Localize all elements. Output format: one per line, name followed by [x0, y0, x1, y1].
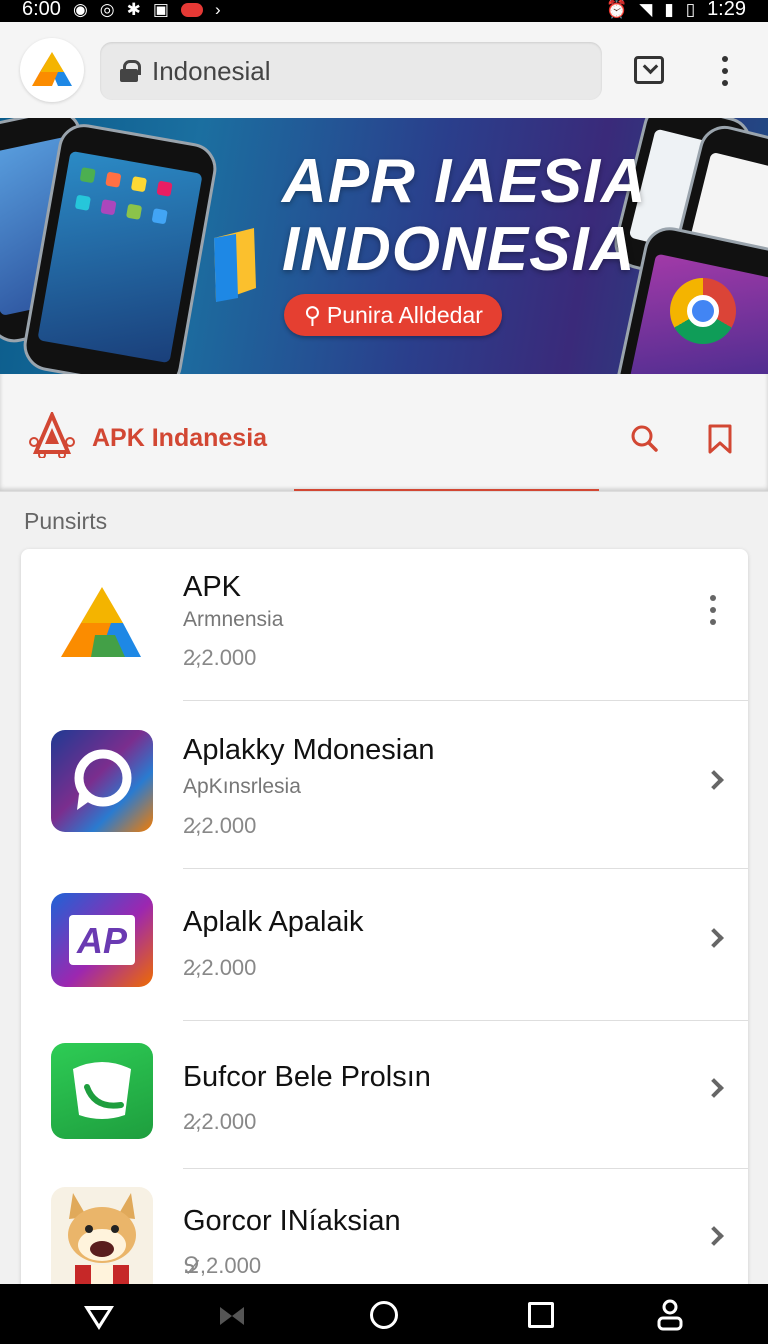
- overflow-chevron-icon: ›: [214, 0, 221, 19]
- list-item[interactable]: Aplakky Mdonesian ApKınsrlesia 2̷,2.000: [21, 701, 748, 869]
- banner-title: APR IAESIA INDONESIA: [282, 148, 647, 284]
- app-subtitle: ApKınsrlesia: [183, 775, 301, 798]
- bluetooth-icon: ✱: [126, 0, 141, 19]
- banner-title-line1: APR IAESIA: [282, 147, 647, 216]
- url-text: Indonesial: [152, 55, 271, 86]
- bookmark-icon[interactable]: [706, 424, 734, 454]
- cartoon-fox-logo-icon: [51, 1187, 153, 1289]
- chevron-right-icon[interactable]: [704, 770, 724, 790]
- apk-triangle-logo-icon: [51, 573, 153, 675]
- status-time-left: 6:00: [22, 0, 61, 20]
- alarm-icon: ⏰: [606, 0, 628, 19]
- more-vert-icon[interactable]: [709, 595, 717, 625]
- green-phone-logo-icon: [51, 1043, 153, 1139]
- banner-cta-button[interactable]: ⚲ Punira Alldedar: [284, 294, 502, 336]
- mail-icon: ▣: [152, 0, 169, 19]
- chevron-right-icon[interactable]: [704, 928, 724, 948]
- header-divider: [0, 491, 768, 492]
- app-subtitle: Armnensia: [183, 608, 284, 631]
- banner-title-line2: INDONESIA: [282, 215, 636, 284]
- browser-toolbar: Indonesial: [0, 22, 768, 118]
- section-label: Punsirts: [24, 508, 108, 534]
- list-item[interactable]: APK Armnensia 2̷,2.000: [21, 549, 748, 701]
- site-header: APK Indanesia: [0, 374, 768, 492]
- status-bar: 6:00 ◉ ◎ ✱ ▣ › ⏰ ◥ ▮ ▯ 1:29: [0, 0, 768, 22]
- red-pill-icon: [180, 2, 203, 17]
- search-pin-icon: ⚲: [304, 301, 321, 328]
- apk-logo-icon: [32, 52, 72, 86]
- app-download-count: 2̷,2.000: [183, 1109, 257, 1134]
- app-title: Gorcor INíaksian: [183, 1205, 401, 1237]
- wifi-icon: ◥: [639, 0, 653, 19]
- notification-icon: ◉: [72, 0, 88, 19]
- list-item[interactable]: AP Aplalk Apalaik 2̷,2.000: [21, 869, 748, 1021]
- location-icon: ◎: [99, 0, 115, 19]
- overflow-menu-icon[interactable]: [712, 56, 738, 86]
- app-download-count: 2̷,2.000: [183, 813, 257, 838]
- chevron-right-icon[interactable]: [704, 1226, 724, 1246]
- back-icon[interactable]: [84, 1306, 114, 1330]
- recents-icon[interactable]: [528, 1302, 554, 1328]
- status-time-right: 1:29: [707, 0, 746, 20]
- address-bar[interactable]: Indonesial: [100, 42, 602, 100]
- app-title: Aplalk Apalaik: [183, 906, 364, 938]
- account-icon[interactable]: [656, 1298, 684, 1332]
- banner-cta-label: Punira Alldedar: [326, 301, 483, 328]
- list-item[interactable]: Бufcor Bele Prolsın 2̷,2.000: [21, 1021, 748, 1169]
- signal-icon: ▮: [664, 0, 674, 19]
- app-download-count: Ջ̷,2.000: [183, 1253, 262, 1278]
- brand-name[interactable]: APK Indanesia: [92, 424, 267, 453]
- hero-banner[interactable]: APR IAESIA INDONESIA ⚲ Punira Alldedar: [0, 118, 768, 374]
- home-icon[interactable]: [370, 1301, 398, 1329]
- system-nav-bar: [0, 1284, 768, 1344]
- chevron-right-icon[interactable]: [704, 1078, 724, 1098]
- battery-icon: ▯: [685, 0, 696, 19]
- search-icon[interactable]: [630, 424, 658, 452]
- chrome-browser-icon: [670, 278, 736, 344]
- apk-brand-logo-icon[interactable]: [28, 412, 76, 458]
- list-item[interactable]: Gorcor INíaksian Ջ̷,2.000: [21, 1169, 748, 1289]
- app-title: APK: [183, 571, 242, 603]
- svg-text:AP: AP: [76, 920, 128, 961]
- ap-gradient-logo-icon: AP: [51, 893, 153, 987]
- chat-bubble-gradient-logo-icon: [51, 730, 153, 832]
- app-download-count: 2̷,2.000: [183, 645, 257, 670]
- app-title: Бufcor Bele Prolsın: [183, 1061, 431, 1093]
- app-download-count: 2̷,2.000: [183, 955, 257, 980]
- tab-switcher-icon[interactable]: [634, 56, 664, 84]
- lock-icon: [120, 60, 141, 82]
- app-list: APK Armnensia 2̷,2.000 Aplakky Mdonesian…: [21, 549, 748, 1289]
- map-pin-icon: [214, 228, 256, 302]
- split-screen-icon[interactable]: [218, 1305, 246, 1327]
- site-favicon[interactable]: [20, 38, 84, 102]
- app-title: Aplakky Mdonesian: [183, 734, 435, 766]
